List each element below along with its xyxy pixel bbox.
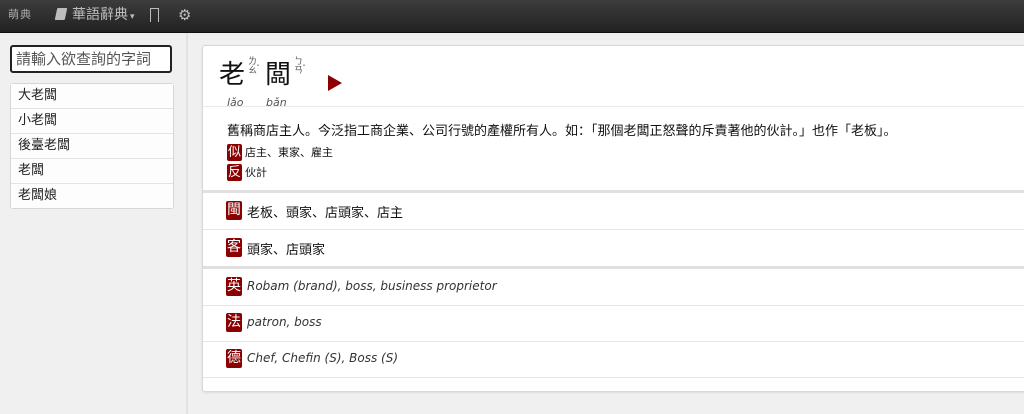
dictionary-menu[interactable]: 華語辭典 ▾ — [54, 0, 135, 32]
synonym-badge: 似 — [227, 144, 243, 161]
book-icon — [54, 8, 68, 20]
gear-icon[interactable]: ⚙ — [178, 0, 191, 32]
result-item[interactable]: 老闆娘 — [11, 184, 173, 208]
translation-row: 德 Chef, Chefin (S), Boss (S) — [203, 341, 1024, 378]
dialect-badge: 客 — [226, 238, 242, 257]
definition-block: 舊稱商店主人。今泛指工商企業、公司行號的產權所有人。如：「那個老闆正怒聲的斥責著… — [227, 123, 1007, 181]
bopomofo: ㄅㄢ — [294, 57, 304, 76]
translation-row: 英 Robam (brand), boss, business propriet… — [203, 269, 1024, 306]
translation-text: Chef, Chefin (S), Boss (S) — [247, 351, 399, 365]
top-navbar: 萌典 華語辭典 ▾ ⚙ — [0, 0, 1024, 33]
antonym-badge: 反 — [227, 164, 243, 181]
sidebar: 大老闆 小老闆 後臺老闆 老闆 老闆娘 — [0, 33, 186, 414]
bopomofo: ㄌㄠ — [248, 57, 258, 76]
result-item[interactable]: 老闆 — [11, 159, 173, 184]
translation-badge: 德 — [226, 349, 242, 368]
result-item[interactable]: 大老闆 — [11, 84, 173, 109]
entry-card: 老 ㄌㄠ ˇ lǎo 闆 ㄅㄢ ˇ bǎn 舊稱商店主人。今泛指工商企業、公司行… — [202, 45, 1024, 392]
dictionary-label: 華語辭典 — [72, 7, 128, 23]
dialect-badge: 閩 — [226, 201, 242, 220]
antonyms-row: 反伙計 — [227, 164, 1007, 181]
translation-badge: 英 — [226, 277, 242, 296]
translation-row: 法 patron, boss — [203, 305, 1024, 342]
antonyms-text: 伙計 — [245, 166, 268, 179]
pinyin: lǎo — [227, 96, 244, 109]
dialect-text: 老板、頭家、店頭家、店主 — [247, 206, 404, 221]
dialect-row: 客 頭家、店頭家 — [203, 230, 1024, 267]
translation-text: Robam (brand), boss, business proprietor — [247, 279, 497, 293]
translation-badge: 法 — [226, 313, 242, 332]
result-item[interactable]: 後臺老闆 — [11, 134, 173, 159]
dialect-row: 閩 老板、頭家、店頭家、店主 — [203, 193, 1024, 230]
definition-text: 舊稱商店主人。今泛指工商企業、公司行號的產權所有人。如：「那個老闆正怒聲的斥責著… — [227, 124, 897, 139]
heading-char[interactable]: 老 — [219, 54, 245, 91]
sidebar-divider — [186, 33, 188, 414]
tone-mark: ˇ — [302, 64, 306, 73]
translation-text: patron, boss — [247, 315, 322, 329]
result-list: 大老闆 小老闆 後臺老闆 老闆 老闆娘 — [10, 83, 174, 209]
heading-char[interactable]: 闆 — [265, 54, 291, 91]
bookmark-icon[interactable] — [150, 8, 159, 23]
tone-mark: ˇ — [256, 64, 260, 73]
dialect-text: 頭家、店頭家 — [247, 243, 326, 258]
heading-divider — [203, 106, 1024, 107]
synonyms-row: 似店主、東家、雇主 — [227, 144, 1007, 161]
app-logo[interactable]: 萌典 — [8, 0, 32, 32]
pinyin: bǎn — [266, 96, 287, 109]
synonyms-text: 店主、東家、雇主 — [245, 146, 334, 159]
play-audio-icon[interactable] — [328, 75, 342, 91]
result-item[interactable]: 小老闆 — [11, 109, 173, 134]
caret-down-icon: ▾ — [130, 12, 135, 22]
search-input[interactable] — [10, 45, 172, 73]
